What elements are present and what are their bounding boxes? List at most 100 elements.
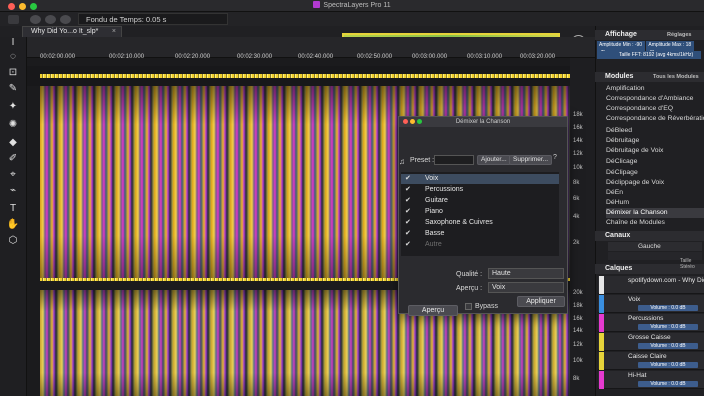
fft-size-field[interactable]: Taille FFT: 8192 (avg 4kms/1kHz) xyxy=(597,51,701,59)
checkbox-icon[interactable]: ✔ xyxy=(405,207,411,217)
tool-options-icon[interactable] xyxy=(8,15,19,24)
canaux-header[interactable]: Canaux xyxy=(595,231,704,241)
checkbox-icon[interactable]: ✔ xyxy=(405,240,411,250)
frequency-scale: 18k 16k 14k 12k 10k 8k 6k 4k 2k 20k 18k … xyxy=(570,58,595,396)
module-item[interactable]: Correspondance d'EQ xyxy=(606,104,704,114)
layer-volume[interactable]: Volume : 0.0 dB xyxy=(638,362,698,368)
type-icon[interactable]: T xyxy=(6,203,20,215)
gear-tool-icon[interactable]: ✺ xyxy=(6,119,20,131)
module-item[interactable]: Amplification xyxy=(606,84,704,94)
tab-close-icon[interactable]: × xyxy=(112,28,116,35)
bypass-label: Bypass xyxy=(475,303,498,310)
brush-icon[interactable]: ✎ xyxy=(6,83,20,95)
module-item[interactable]: Débruitage xyxy=(606,136,704,146)
stem-item-piano[interactable]: ✔ Piano xyxy=(401,207,559,217)
quality-select[interactable]: Haute xyxy=(488,268,564,279)
layer-row[interactable]: Grosse Caisse Volume : 0.0 dB xyxy=(598,333,704,351)
dialog-close-button[interactable] xyxy=(403,119,408,124)
preset-label: Preset : xyxy=(410,157,435,164)
preset-select[interactable] xyxy=(434,155,474,165)
freq-label: 6k xyxy=(573,196,580,202)
ruler-label: 00:03:00.000 xyxy=(412,54,448,60)
layer-row[interactable]: Hi-Hat Volume : 0.0 dB xyxy=(598,371,704,389)
stem-item-basse[interactable]: ✔ Basse xyxy=(401,229,559,239)
stem-item-saxophone[interactable]: ✔ Saxophone & Cuivres xyxy=(401,218,559,228)
ruler-label: 00:02:00.000 xyxy=(40,54,76,60)
module-item[interactable]: DéEn xyxy=(606,188,704,198)
modules-filter[interactable]: Tous les Modules xyxy=(653,72,699,82)
layer-name: Caisse Claire xyxy=(628,353,667,360)
help-icon[interactable]: ? xyxy=(553,154,557,161)
stem-item-voix[interactable]: ✔ Voix xyxy=(401,174,559,184)
module-item[interactable]: Débruitage de Voix xyxy=(606,146,704,156)
preview-select[interactable]: Voix xyxy=(488,282,564,293)
app-logo-icon xyxy=(313,1,321,8)
option-circle-icon[interactable] xyxy=(30,15,41,24)
tool-panel: I ◌ ⊡ ✎ ✦ ✺ ◆ ✐ ⌖ ⌁ T ✋ ⬡ xyxy=(0,37,27,396)
dialog-minimize-button[interactable] xyxy=(410,119,415,124)
stem-item-autre[interactable]: ✔ Autre xyxy=(401,240,559,250)
layer-row[interactable]: Voix Volume : 0.0 dB xyxy=(598,295,704,313)
layer-color xyxy=(599,276,604,294)
eraser-icon[interactable]: ◆ xyxy=(6,137,20,149)
checkbox-icon[interactable]: ✔ xyxy=(405,174,411,184)
pen-icon[interactable]: ✐ xyxy=(6,153,20,165)
layer-volume[interactable]: Volume : 0.0 dB xyxy=(638,343,698,349)
stem-label: Autre xyxy=(425,241,442,248)
hand-icon[interactable]: ✋ xyxy=(6,219,20,231)
module-item[interactable]: Correspondance de Réverbération xyxy=(606,114,704,124)
lasso-icon[interactable]: ◌ xyxy=(6,51,20,63)
module-item[interactable]: DéClicage xyxy=(606,157,704,167)
layer-volume[interactable]: Volume : 0.0 dB xyxy=(638,381,698,387)
checkbox-icon[interactable]: ✔ xyxy=(405,229,411,239)
module-item[interactable]: DéBleed xyxy=(606,126,704,136)
modules-header[interactable]: Modules Tous les Modules xyxy=(595,72,704,82)
document-tab[interactable]: Why Did Yo...o It_slp* × xyxy=(22,26,122,37)
time-ruler[interactable]: 00:02:00.000 00:02:10.000 00:02:20.000 0… xyxy=(27,37,595,60)
cube-icon[interactable]: ⬡ xyxy=(6,235,20,247)
layer-volume[interactable]: Volume : 0.0 dB xyxy=(638,324,698,330)
stem-list: ✔ Voix ✔ Percussions ✔ Guitare ✔ Piano ✔ Saxo… xyxy=(401,172,559,256)
layer-row[interactable]: Caisse Claire Volume : 0.0 dB xyxy=(598,352,704,370)
module-item[interactable]: Déclippage de Voix xyxy=(606,178,704,188)
layer-color xyxy=(599,333,604,351)
preview-select-label: Aperçu : xyxy=(456,285,483,292)
preview-button[interactable]: Aperçu xyxy=(408,305,458,316)
freq-label: 18k xyxy=(573,303,583,309)
stem-item-percussions[interactable]: ✔ Percussions xyxy=(401,185,559,195)
app-title: SpectraLayers Pro 11 xyxy=(0,1,704,9)
freq-label: 16k xyxy=(573,316,583,322)
option-circle-3-icon[interactable] xyxy=(60,15,71,24)
affichage-header[interactable]: AffichageRéglages Essentiels xyxy=(595,30,704,48)
layer-row[interactable]: Percussions Volume : 0.0 dB xyxy=(598,314,704,332)
apply-button[interactable]: Appliquer xyxy=(517,296,565,307)
module-item[interactable]: DéClipage xyxy=(606,168,704,178)
freq-label: 10k xyxy=(573,358,583,364)
freq-label: 20k xyxy=(573,290,583,296)
module-item[interactable]: Correspondance d'Ambiance xyxy=(606,94,704,104)
channel-row[interactable]: Gauche xyxy=(608,242,702,251)
add-preset-button[interactable]: Ajouter... xyxy=(477,155,511,165)
time-fade-label: Fondu de Temps: 0.05 s xyxy=(86,15,167,24)
bypass-checkbox[interactable] xyxy=(465,303,472,310)
layer-name: Voix xyxy=(628,296,641,303)
dialog-title-text: Démixer la Chanson xyxy=(455,119,511,125)
module-item[interactable]: Chaîne de Modules xyxy=(606,218,704,228)
dropper-icon[interactable]: ⌁ xyxy=(6,185,20,197)
checkbox-icon[interactable]: ✔ xyxy=(405,218,411,228)
stem-item-guitare[interactable]: ✔ Guitare xyxy=(401,196,559,206)
clone-icon[interactable]: ⌖ xyxy=(6,169,20,181)
layer-volume[interactable]: Volume : 0.0 dB xyxy=(638,305,698,311)
option-circle-2-icon[interactable] xyxy=(45,15,56,24)
checkbox-icon[interactable]: ✔ xyxy=(405,185,411,195)
marquee-icon[interactable]: ⊡ xyxy=(6,67,20,79)
stem-label: Basse xyxy=(425,230,445,237)
module-item-selected[interactable]: Démixer la Chanson xyxy=(606,208,704,218)
dialog-zoom-button[interactable] xyxy=(417,119,422,124)
checkbox-icon[interactable]: ✔ xyxy=(405,196,411,206)
delete-preset-button[interactable]: Supprimer... xyxy=(509,155,553,165)
module-item[interactable]: DéHum xyxy=(606,198,704,208)
text-cursor-icon[interactable]: I xyxy=(6,37,20,49)
wand-icon[interactable]: ✦ xyxy=(6,101,20,113)
layer-row[interactable]: spotifydown.com - Why Did Yo xyxy=(598,276,704,294)
